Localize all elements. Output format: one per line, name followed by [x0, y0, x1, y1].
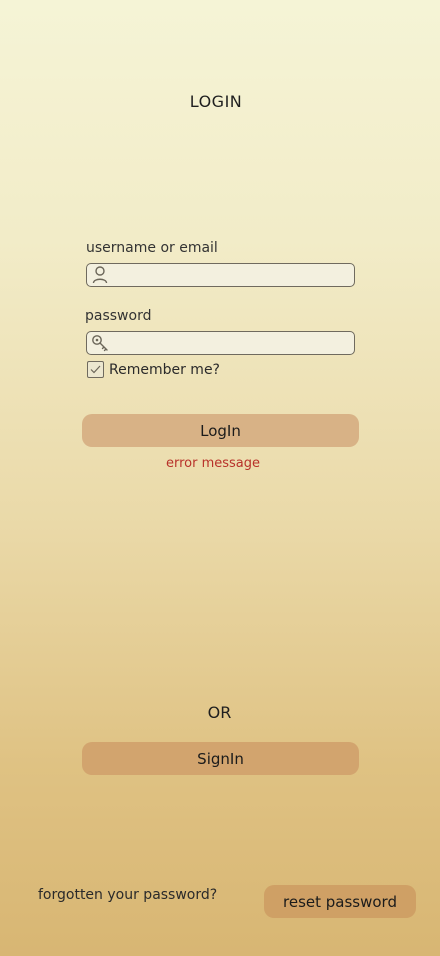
remember-me-row[interactable]: Remember me? — [87, 361, 220, 378]
page-title: LOGIN — [189, 92, 243, 111]
password-field[interactable] — [86, 331, 355, 355]
reset-password-button[interactable]: reset password — [264, 885, 416, 918]
error-message: error message — [165, 456, 261, 471]
username-field[interactable] — [86, 263, 355, 287]
or-divider-label: OR — [207, 703, 232, 722]
username-input[interactable] — [111, 265, 354, 285]
password-input[interactable] — [111, 333, 354, 353]
remember-me-checkbox[interactable] — [87, 361, 104, 378]
checkmark-icon — [90, 365, 101, 374]
user-icon — [89, 264, 111, 286]
key-icon — [89, 332, 111, 354]
remember-me-label: Remember me? — [109, 361, 220, 378]
login-button[interactable]: LogIn — [82, 414, 359, 447]
forgot-password-text: forgotten your password? — [38, 887, 218, 903]
signin-button[interactable]: SignIn — [82, 742, 359, 775]
password-label: password — [85, 308, 152, 324]
username-label: username or email — [86, 240, 218, 256]
